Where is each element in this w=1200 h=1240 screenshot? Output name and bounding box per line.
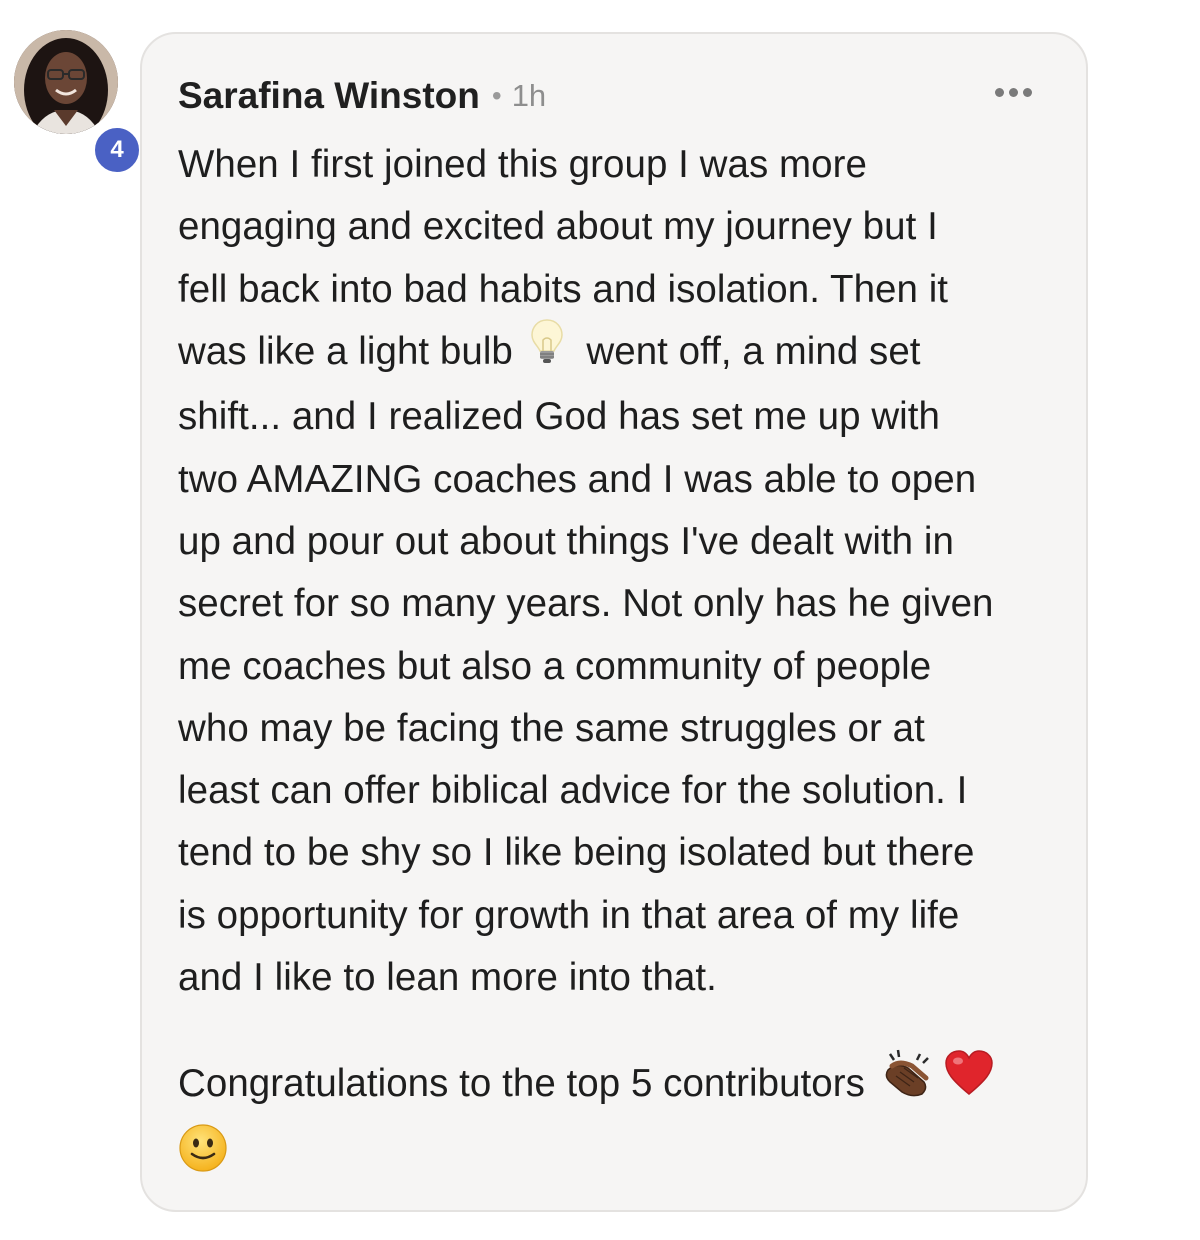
author-name[interactable]: Sarafina Winston: [178, 75, 480, 117]
post-text-line: fell back into bad habits and isolation.…: [178, 267, 949, 311]
author-avatar-container[interactable]: 4: [14, 30, 142, 175]
post-text-line: least can offer biblical advice for the …: [178, 769, 968, 813]
post-text-line: is opportunity for growth in that area o…: [178, 893, 960, 937]
post-text-segment: was like a light bulb: [178, 329, 513, 373]
light-bulb-emoji-icon: [530, 318, 564, 383]
post-header: Sarafina Winston • 1h: [178, 72, 1046, 120]
post-text-line: shift... and I realized God has set me u…: [178, 395, 940, 439]
post-text-line-emoji: [178, 1121, 1046, 1190]
post-timestamp: 1h: [511, 78, 547, 113]
avatar-photo: [14, 30, 118, 134]
meta-separator: •: [491, 80, 502, 111]
post-text-line-with-emoji: was like a light bulb went off, a mind s…: [178, 318, 1046, 386]
post-text-segment: Congratulations to the top 5 contributor…: [178, 1062, 865, 1106]
avatar[interactable]: [14, 30, 118, 134]
post-text-line: secret for so many years. Not only has h…: [178, 582, 994, 626]
clapping-hands-emoji-icon: [882, 1048, 936, 1117]
post-text-line-with-emoji: Congratulations to the top 5 contributor…: [178, 1048, 1046, 1120]
post-bubble: Sarafina Winston • 1h When I first joine…: [140, 32, 1088, 1212]
post-text-segment: went off, a mind set: [586, 329, 921, 373]
post-text-line: and I like to lean more into that.: [178, 956, 717, 1000]
post-text-line: When I first joined this group I was mor…: [178, 143, 867, 186]
post-text-line: who may be facing the same struggles or …: [178, 706, 925, 750]
community-post: 4 Sarafina Winston • 1h When I first joi…: [0, 0, 1200, 1240]
level-badge: 4: [92, 125, 142, 175]
post-text-line: engaging and excited about my journey bu…: [178, 205, 938, 249]
more-horizontal-icon: [995, 88, 1004, 97]
more-horizontal-icon-dot: [1009, 88, 1018, 97]
smiley-face-emoji-icon: [178, 1123, 228, 1192]
post-text-line: tend to be shy so I like being isolated …: [178, 831, 975, 875]
post-text-line: two AMAZING coaches and I was able to op…: [178, 457, 977, 501]
post-text-line: me coaches but also a community of peopl…: [178, 644, 932, 688]
red-heart-emoji-icon: [944, 1050, 994, 1115]
more-horizontal-icon-dot: [1023, 88, 1032, 97]
more-options-button[interactable]: [991, 84, 1036, 101]
post-text-line: up and pour out about things I've dealt …: [178, 519, 954, 563]
post-body: When I first joined this group I was mor…: [178, 134, 1046, 1190]
